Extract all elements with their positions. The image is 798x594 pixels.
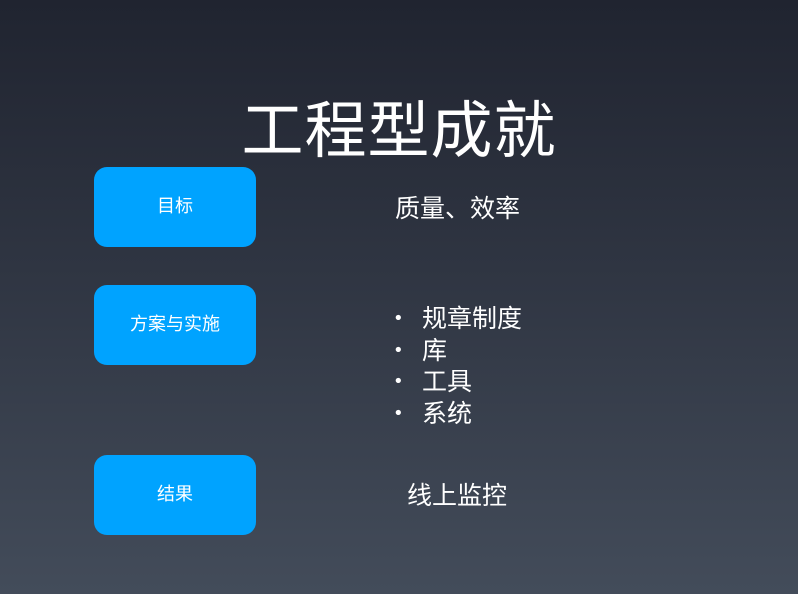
result-button-label: 结果 [157,484,193,505]
bullet-icon: • [393,371,404,392]
list-item-label: 规章制度 [422,304,523,333]
slide: 工程型成就 目标 质量、效率 方案与实施 • 规章制度 • 库 • 工具 • 系… [0,0,798,594]
plan-implementation-button[interactable]: 方案与实施 [94,285,256,365]
list-item-label: 库 [422,335,448,365]
list-item-library: • 库 [393,335,522,367]
list-item-rules: • 规章制度 [393,303,522,335]
bullet-icon: • [393,339,404,361]
page-title: 工程型成就 [241,93,557,167]
list-item-tools: • 工具 [393,366,522,398]
plan-implementation-button-label: 方案与实施 [130,314,220,335]
list-item-label: 系统 [422,398,473,428]
list-item-system: • 系统 [393,398,522,430]
result-text: 线上监控 [407,481,508,510]
result-button[interactable]: 结果 [94,455,256,535]
plan-implementation-list: • 规章制度 • 库 • 工具 • 系统 [393,303,522,429]
goal-text: 质量、效率 [395,194,521,223]
goal-button-label: 目标 [157,196,193,217]
bullet-icon: • [393,402,404,424]
list-item-label: 工具 [422,367,473,396]
goal-button[interactable]: 目标 [94,167,256,247]
bullet-icon: • [393,308,404,329]
